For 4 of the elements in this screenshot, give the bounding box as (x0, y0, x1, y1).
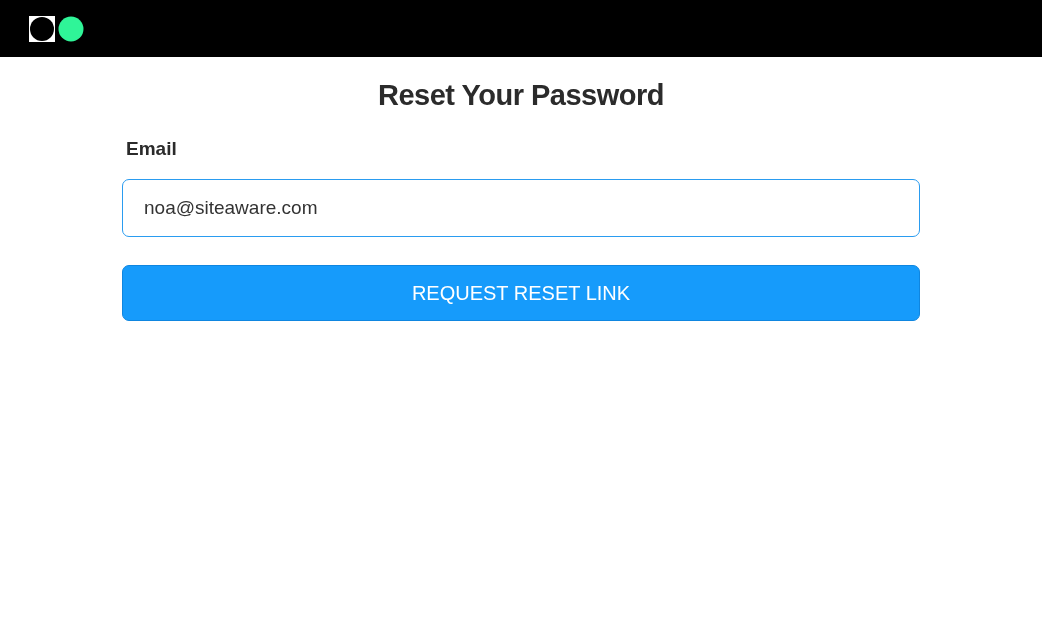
email-field[interactable]: noa@siteaware.com (122, 179, 920, 237)
page-title: Reset Your Password (378, 79, 664, 112)
email-label: Email (126, 138, 177, 160)
logo-icon (29, 15, 84, 42)
